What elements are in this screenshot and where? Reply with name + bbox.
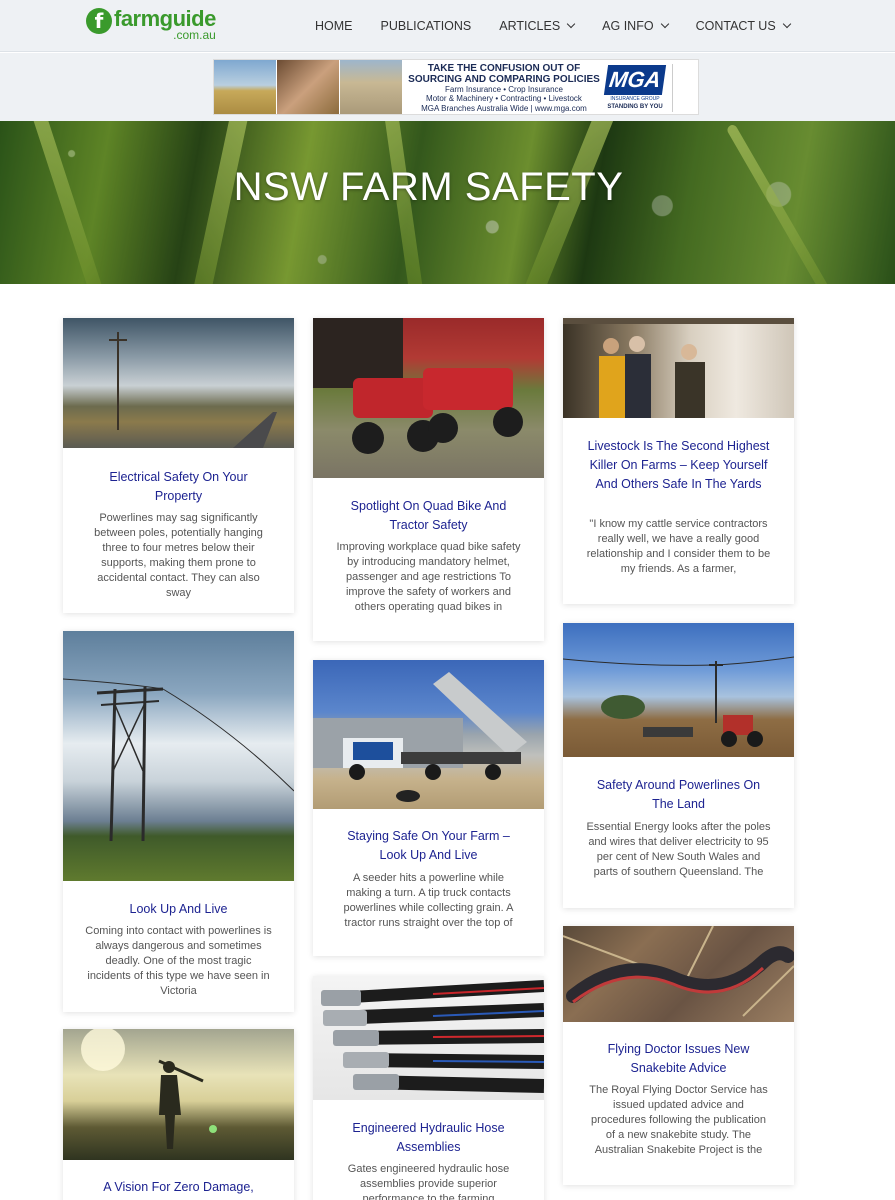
article-card[interactable]: Engineered Hydraulic Hose Assemblies Gat… bbox=[313, 976, 544, 1200]
site-logo[interactable]: f farmguide .com.au bbox=[86, 8, 216, 41]
article-excerpt: The Royal Flying Doctor Service has issu… bbox=[589, 1084, 768, 1156]
article-excerpt: Coming into contact with powerlines is a… bbox=[85, 925, 272, 997]
powerline-road-illustration bbox=[109, 332, 277, 448]
nav-publications[interactable]: PUBLICATIONS bbox=[381, 19, 472, 33]
farmer-silhouette-illustration bbox=[81, 1029, 217, 1149]
mga-logo-sub: INSURANCE GROUP bbox=[610, 96, 660, 102]
ad-banner[interactable]: TAKE THE CONFUSION OUT OF SOURCING AND C… bbox=[213, 59, 699, 115]
article-card[interactable]: Safety Around Powerlines On The Land Ess… bbox=[563, 623, 794, 908]
ad-footer: MGA Branches Australia Wide | www.mga.co… bbox=[421, 104, 587, 113]
article-title[interactable]: Electrical Safety On Your Property bbox=[85, 468, 272, 506]
ad-photo-farmers bbox=[277, 60, 339, 114]
tip-truck-illustration bbox=[313, 672, 527, 802]
article-title[interactable]: Flying Doctor Issues New Snakebite Advic… bbox=[585, 1040, 772, 1078]
hydraulic-hoses-illustration bbox=[321, 980, 544, 1093]
ad-headline-2: SOURCING AND COMPARING POLICIES bbox=[408, 74, 600, 85]
main-nav: HOME PUBLICATIONS ARTICLES AG INFO CONTA… bbox=[315, 19, 818, 33]
article-title[interactable]: Look Up And Live bbox=[85, 900, 272, 919]
nav-home[interactable]: HOME bbox=[315, 19, 353, 33]
ad-side-strip bbox=[672, 64, 694, 112]
article-card[interactable]: Flying Doctor Issues New Snakebite Advic… bbox=[563, 926, 794, 1185]
article-excerpt: Improving workplace quad bike safety by … bbox=[336, 541, 521, 613]
farmers-in-shed-illustration bbox=[563, 318, 794, 418]
article-card[interactable]: A Vision For Zero Damage, bbox=[63, 1029, 294, 1200]
page-title: NSW FARM SAFETY bbox=[233, 165, 624, 209]
nav-ag-info-label: AG INFO bbox=[602, 19, 654, 33]
article-excerpt: Essential Energy looks after the poles a… bbox=[586, 821, 771, 878]
article-card[interactable]: Spotlight On Quad Bike And Tractor Safet… bbox=[313, 318, 544, 641]
article-card[interactable]: Look Up And Live Coming into contact wit… bbox=[63, 631, 294, 1012]
tractor-powerline-illustration bbox=[563, 656, 794, 747]
article-excerpt: Gates engineered hydraulic hose assembli… bbox=[347, 1163, 510, 1200]
article-card[interactable]: Livestock Is The Second Highest Killer O… bbox=[563, 318, 794, 604]
ad-tagline: STANDING BY YOU bbox=[607, 104, 663, 110]
article-title[interactable]: Spotlight On Quad Bike And Tractor Safet… bbox=[335, 497, 522, 535]
article-title[interactable]: Livestock Is The Second Highest Killer O… bbox=[585, 437, 772, 494]
chevron-down-icon bbox=[782, 19, 791, 29]
article-image[interactable] bbox=[563, 926, 794, 1022]
article-title[interactable]: Safety Around Powerlines On The Land bbox=[585, 776, 772, 814]
article-image[interactable] bbox=[63, 631, 294, 881]
article-card[interactable]: Staying Safe On Your Farm – Look Up And … bbox=[313, 660, 544, 956]
article-title[interactable]: Engineered Hydraulic Hose Assemblies bbox=[335, 1119, 522, 1157]
mga-logo: MGA bbox=[603, 65, 667, 95]
site-header: f farmguide .com.au HOME PUBLICATIONS AR… bbox=[0, 0, 895, 52]
ad-photo-harvest bbox=[214, 60, 276, 114]
article-image[interactable] bbox=[313, 976, 544, 1100]
power-pylon-illustration bbox=[63, 678, 294, 842]
nav-home-label: HOME bbox=[315, 19, 353, 33]
article-image[interactable] bbox=[313, 660, 544, 809]
article-excerpt: Powerlines may sag significantly between… bbox=[94, 512, 263, 599]
quad-bikes-illustration bbox=[313, 318, 523, 454]
snake-illustration bbox=[563, 926, 794, 1017]
ad-band: TAKE THE CONFUSION OUT OF SOURCING AND C… bbox=[0, 53, 895, 121]
ad-headline-1: TAKE THE CONFUSION OUT OF bbox=[427, 63, 581, 74]
nav-articles-label: ARTICLES bbox=[499, 19, 561, 33]
article-image[interactable] bbox=[63, 1029, 294, 1160]
logo-name: farmguide bbox=[114, 6, 216, 31]
ad-photo-sheep bbox=[340, 60, 402, 114]
ad-services-1: Farm Insurance • Crop Insurance bbox=[445, 85, 563, 94]
article-image[interactable] bbox=[563, 318, 794, 418]
ad-services-2: Motor & Machinery • Contracting • Livest… bbox=[426, 94, 582, 103]
logo-text: farmguide .com.au bbox=[114, 6, 216, 42]
article-image[interactable] bbox=[313, 318, 544, 478]
article-card[interactable]: Electrical Safety On Your Property Power… bbox=[63, 318, 294, 613]
nav-contact-us[interactable]: CONTACT US bbox=[695, 19, 791, 33]
article-image[interactable] bbox=[63, 318, 294, 448]
hero-banner: NSW FARM SAFETY bbox=[0, 121, 895, 284]
article-excerpt: A seeder hits a powerline while making a… bbox=[343, 872, 514, 929]
article-image[interactable] bbox=[563, 623, 794, 757]
chevron-down-icon bbox=[566, 19, 576, 29]
article-title[interactable]: A Vision For Zero Damage, bbox=[85, 1178, 272, 1197]
nav-publications-label: PUBLICATIONS bbox=[380, 19, 472, 33]
nav-ag-info[interactable]: AG INFO bbox=[602, 19, 669, 33]
ad-copy: TAKE THE CONFUSION OUT OF SOURCING AND C… bbox=[404, 63, 604, 114]
nav-contact-us-label: CONTACT US bbox=[695, 19, 776, 33]
logo-mark-icon: f bbox=[86, 8, 112, 34]
chevron-down-icon bbox=[660, 19, 669, 29]
article-title[interactable]: Staying Safe On Your Farm – Look Up And … bbox=[335, 827, 522, 865]
nav-articles[interactable]: ARTICLES bbox=[499, 19, 576, 33]
article-excerpt: "I know my cattle service contractors re… bbox=[586, 518, 771, 575]
